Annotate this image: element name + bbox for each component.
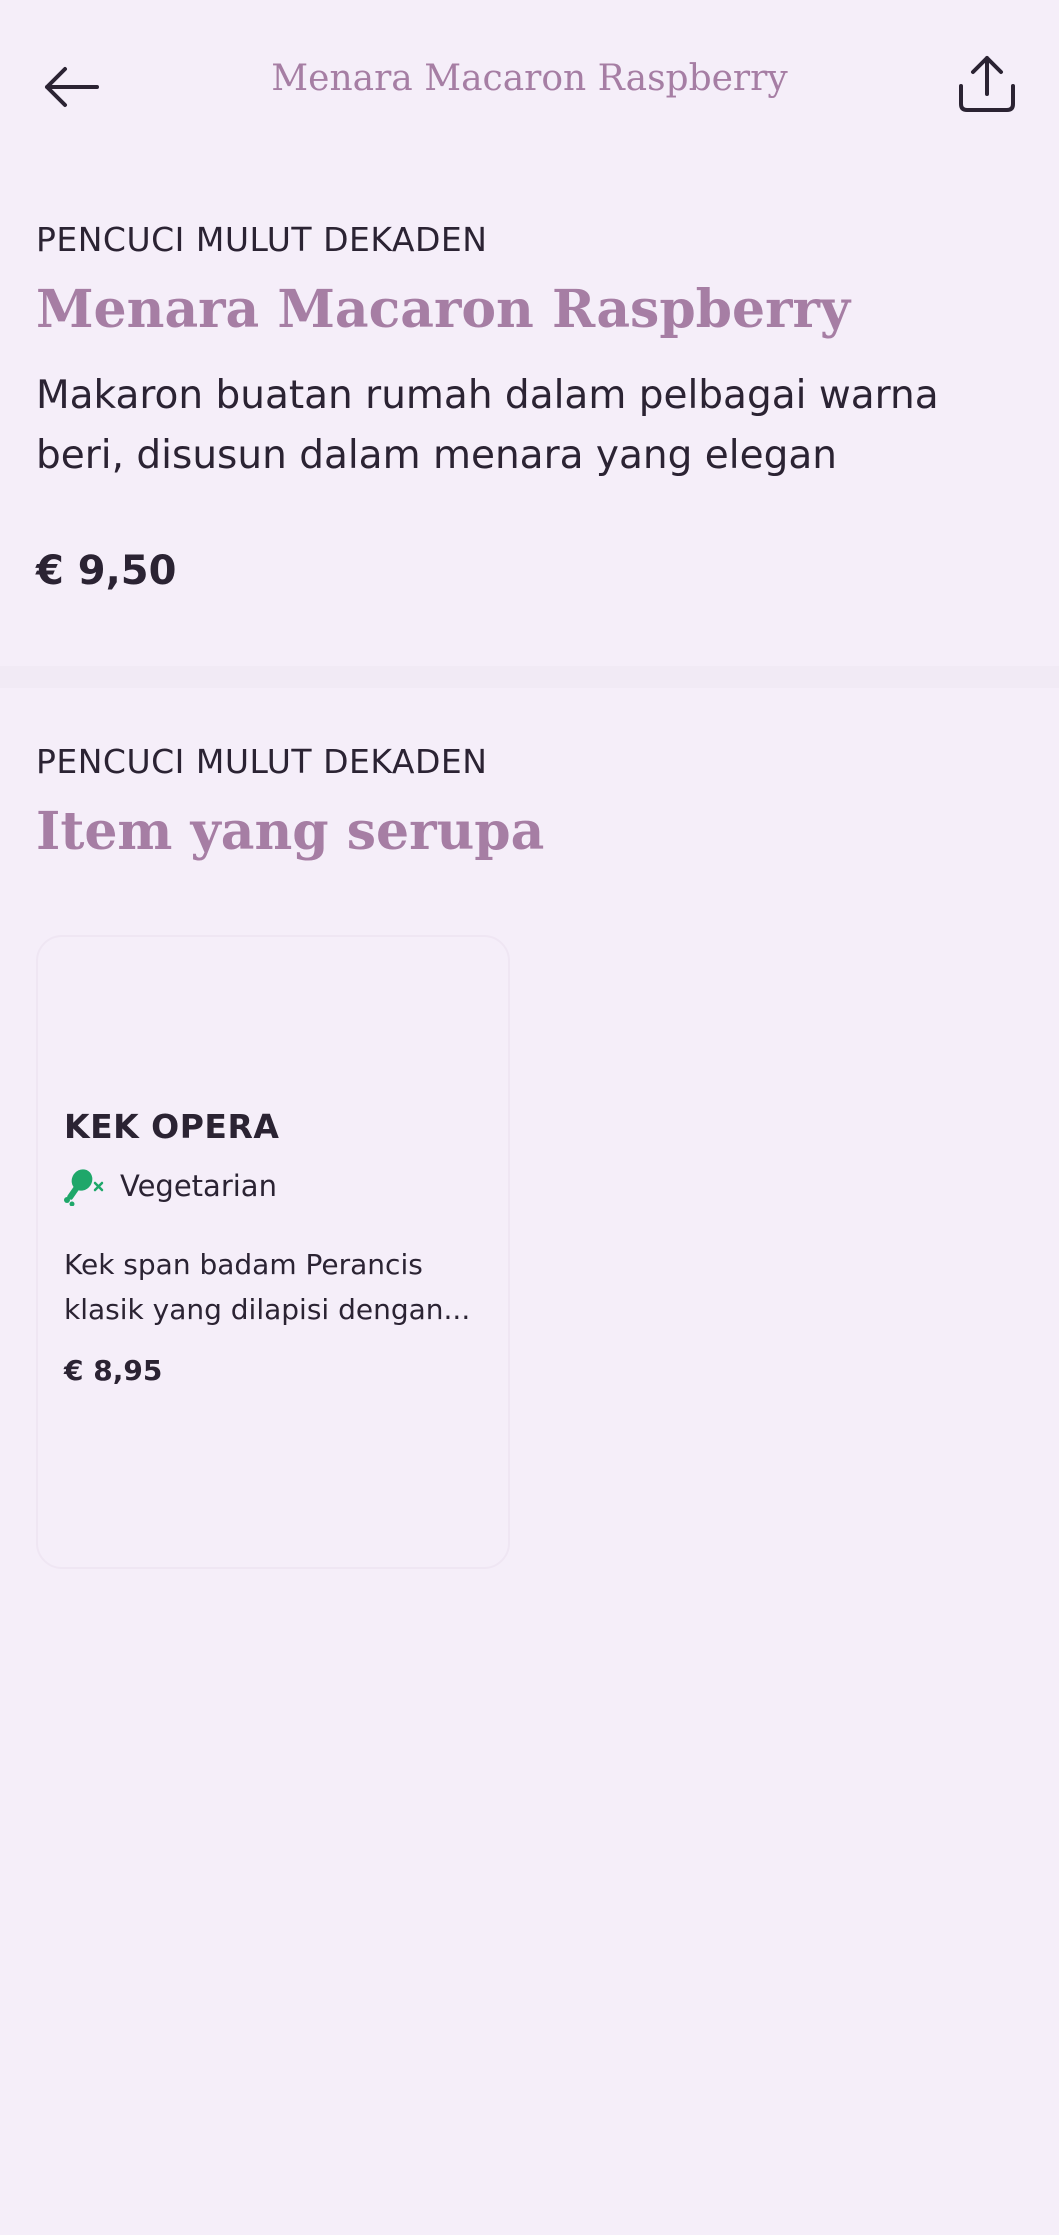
similar-item-card[interactable]: KEK OPERA Vegetarian Kek span badam Pera… <box>36 935 510 1569</box>
diet-label: Vegetarian <box>120 1169 277 1203</box>
back-button[interactable] <box>36 52 106 122</box>
share-icon <box>959 56 1015 112</box>
section-divider <box>0 666 1059 688</box>
card-title: KEK OPERA <box>64 1107 280 1146</box>
item-detail: PENCUCI MULUT DEKADEN Menara Macaron Ras… <box>36 220 1016 594</box>
vegetarian-drumstick-icon <box>64 1169 104 1206</box>
diet-tag: Vegetarian <box>64 1166 482 1206</box>
item-price: € 9,50 <box>36 548 177 595</box>
item-category: PENCUCI MULUT DEKADEN <box>36 220 488 259</box>
item-name: Menara Macaron Raspberry <box>36 279 851 340</box>
top-app-bar: Menara Macaron Raspberry <box>0 0 1059 170</box>
card-content: KEK OPERA Vegetarian Kek span badam Pera… <box>64 1107 482 1387</box>
similar-category: PENCUCI MULUT DEKADEN <box>36 742 488 781</box>
card-price: € 8,95 <box>64 1354 163 1387</box>
share-button[interactable] <box>951 48 1023 120</box>
similar-items-section: PENCUCI MULUT DEKADEN Item yang serupa <box>36 742 1016 860</box>
similar-heading: Item yang serupa <box>36 801 545 862</box>
item-description: Makaron buatan rumah dalam pelbagai warn… <box>36 373 939 479</box>
arrow-left-icon <box>45 67 99 107</box>
app-bar-title: Menara Macaron Raspberry <box>271 58 788 99</box>
card-description: Kek span badam Perancis klasik yang dila… <box>64 1248 471 1326</box>
